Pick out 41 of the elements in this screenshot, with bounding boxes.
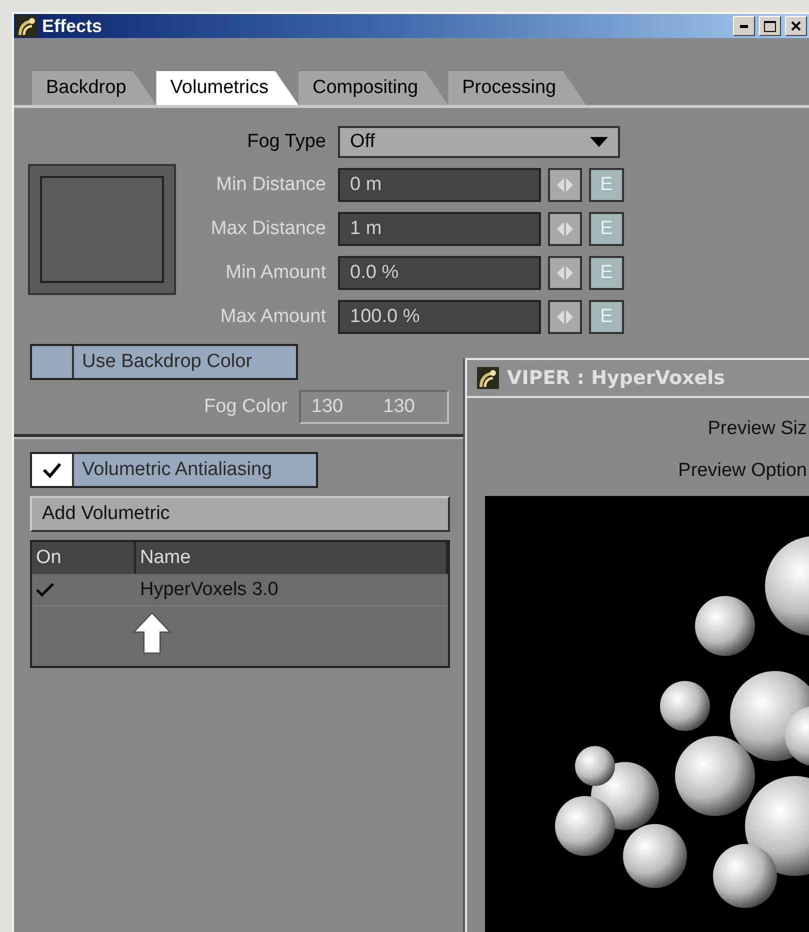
close-icon [791, 21, 801, 31]
close-button[interactable] [785, 16, 807, 36]
field-label: Min Distance [215, 174, 326, 196]
table-cell[interactable]: HyperVoxels 3.0 [136, 574, 448, 606]
left-right-arrows-icon [556, 222, 574, 236]
field-label: Min Amount [224, 262, 326, 284]
use-backdrop-color-checkbox[interactable]: Use Backdrop Color [30, 344, 298, 380]
left-right-arrows-icon [556, 310, 574, 324]
tab[interactable]: Compositing [298, 70, 448, 105]
app-logo-icon [16, 15, 38, 37]
spin-button[interactable] [548, 168, 582, 202]
field-label: Preview Option [678, 460, 807, 482]
maximize-icon [764, 20, 776, 32]
checkmark-icon [42, 462, 62, 478]
maximize-button[interactable] [759, 16, 781, 36]
window-title: Effects [42, 16, 104, 36]
app-logo-icon [477, 367, 499, 389]
spin-button[interactable] [548, 212, 582, 246]
field-label: Fog Type [246, 131, 326, 153]
left-right-arrows-icon [556, 178, 574, 192]
minimize-button[interactable] [733, 16, 755, 36]
checkmark-icon [36, 582, 54, 596]
field-label: Max Amount [219, 306, 326, 328]
up-arrow-icon [132, 612, 172, 654]
spin-button[interactable] [548, 300, 582, 334]
tab[interactable]: Backdrop [32, 70, 156, 105]
column-header[interactable]: On [32, 542, 136, 574]
tab[interactable]: Volumetrics [156, 70, 298, 105]
column-header[interactable]: Name [136, 542, 448, 574]
dropdown-arrow-icon [590, 137, 608, 147]
add-volumetric-button[interactable]: Add Volumetric [30, 496, 450, 532]
tab[interactable]: Processing [448, 70, 586, 105]
field-label: Preview Siz [708, 418, 807, 440]
fog-type-dropdown[interactable]: Off [338, 126, 620, 158]
field-label: Max Distance [210, 218, 326, 240]
field-label: Fog Color [204, 396, 288, 418]
left-right-arrows-icon [556, 266, 574, 280]
volumetric-antialiasing-checkbox[interactable]: Volumetric Antialiasing [30, 452, 318, 488]
minimize-icon [740, 24, 748, 28]
spin-button[interactable] [548, 256, 582, 290]
window-title: VIPER : HyperVoxels [507, 367, 725, 389]
